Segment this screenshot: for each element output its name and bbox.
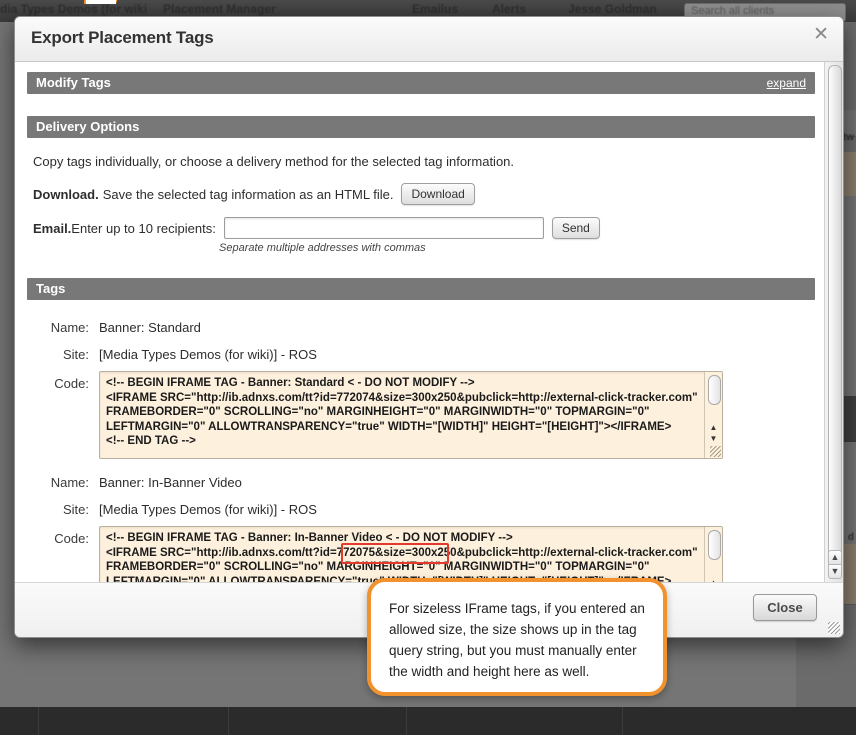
tags-title: Tags xyxy=(36,281,66,296)
bg-topbar-item-3: Alerts xyxy=(492,2,527,16)
send-button[interactable]: Send xyxy=(551,217,600,239)
tag-row-site: Site: [Media Types Demos (for wiki)] - R… xyxy=(15,347,825,362)
bg-right-label-1: d xyxy=(847,532,854,543)
dialog-scrollbar[interactable]: ▲ ▼ xyxy=(824,62,843,582)
email-hint: Separate multiple addresses with commas xyxy=(219,242,426,254)
tag-code-text-2: <!-- BEGIN IFRAME TAG - Banner: In-Banne… xyxy=(106,532,698,582)
tag-row-name: Name: Banner: Standard xyxy=(15,320,825,335)
email-label: Email. xyxy=(33,220,72,236)
dialog-scroll-up-icon[interactable]: ▲ xyxy=(828,550,842,565)
tag-site-label: Site: xyxy=(62,347,89,362)
tag-site-value: [Media Types Demos (for wiki)] - ROS xyxy=(99,502,317,517)
download-button[interactable]: Download xyxy=(401,183,475,205)
email-recipients-input[interactable] xyxy=(223,217,544,239)
modify-tags-title: Modify Tags xyxy=(36,75,111,90)
tag-row-site: Site: [Media Types Demos (for wiki)] - R… xyxy=(15,502,825,517)
email-row: Email. Enter up to 10 recipients: Send xyxy=(33,217,825,239)
callout-text: For sizeless IFrame tags, if you entered… xyxy=(389,601,645,679)
tag-name-value: Banner: In-Banner Video xyxy=(99,475,242,490)
close-button[interactable]: Close xyxy=(753,594,817,621)
dialog-body: Modify Tags expand Delivery Options Copy… xyxy=(15,62,843,582)
section-header-tags: Tags xyxy=(27,278,815,300)
dialog-resize-grip[interactable] xyxy=(828,622,840,634)
tag-code-textarea-2[interactable]: <!-- BEGIN IFRAME TAG - Banner: In-Banne… xyxy=(99,526,723,582)
expand-link[interactable]: expand xyxy=(767,76,806,90)
callout-tooltip: For sizeless IFrame tags, if you entered… xyxy=(367,578,667,696)
download-description: Save the selected tag information as an … xyxy=(102,186,394,202)
callout-pointer xyxy=(84,0,118,4)
delivery-intro-text: Copy tags individually, or choose a deli… xyxy=(33,154,515,169)
bg-bottom-cell xyxy=(38,707,229,735)
bg-topbar-item-1: Placement Manager xyxy=(163,2,276,16)
code-scroll-thumb[interactable] xyxy=(708,530,721,560)
dialog-header: Export Placement Tags ✕ xyxy=(15,17,843,62)
dialog-scroll-down-icon[interactable]: ▼ xyxy=(828,564,842,579)
tag-row-name: Name: Banner: In-Banner Video xyxy=(15,475,825,490)
export-placement-tags-dialog: Export Placement Tags ✕ Modify Tags expa… xyxy=(14,16,844,638)
tag-site-label: Site: xyxy=(62,502,89,517)
code-scrollbar-2[interactable]: ▲ ▼ xyxy=(704,527,722,582)
bg-topbar-item-2: Emailus xyxy=(412,2,459,16)
bg-topbar-item-0: dia Types Demos (for wiki xyxy=(0,2,148,16)
bg-bottom-cell xyxy=(622,707,856,735)
tag-site-value: [Media Types Demos (for wiki)] - ROS xyxy=(99,347,317,362)
download-row: Download. Save the selected tag informat… xyxy=(33,183,825,205)
tag-name-value: Banner: Standard xyxy=(99,320,201,335)
download-label: Download. xyxy=(33,186,99,202)
bg-bottom-cell xyxy=(228,707,407,735)
tag-code-textarea-1[interactable]: <!-- BEGIN IFRAME TAG - Banner: Standard… xyxy=(99,371,723,459)
tag-name-label: Name: xyxy=(50,475,89,490)
bg-bottom-cell xyxy=(406,707,623,735)
background-bottombar xyxy=(0,707,856,735)
bg-topbar-item-4: Jesse Goldman xyxy=(568,2,657,16)
scroll-down-icon[interactable]: ▼ xyxy=(707,433,720,445)
dialog-title: Export Placement Tags xyxy=(31,28,214,47)
delivery-options-title: Delivery Options xyxy=(36,119,140,134)
email-description: Enter up to 10 recipients: xyxy=(71,220,216,236)
section-header-delivery-options: Delivery Options xyxy=(27,116,815,138)
tag-code-label: Code: xyxy=(54,531,89,546)
tag-code-text-1: <!-- BEGIN IFRAME TAG - Banner: Standard… xyxy=(106,377,698,448)
code-scroll-thumb[interactable] xyxy=(708,375,721,405)
code-resize-grip[interactable] xyxy=(710,446,721,457)
section-header-modify-tags: Modify Tags expand xyxy=(27,72,815,94)
close-icon[interactable]: ✕ xyxy=(813,25,829,44)
bg-bottom-cell xyxy=(0,707,39,735)
tag-name-label: Name: xyxy=(50,320,89,335)
dialog-scroll-thumb[interactable] xyxy=(828,65,842,577)
tag-code-label: Code: xyxy=(54,376,89,391)
dialog-scroll-area: Modify Tags expand Delivery Options Copy… xyxy=(15,62,825,582)
